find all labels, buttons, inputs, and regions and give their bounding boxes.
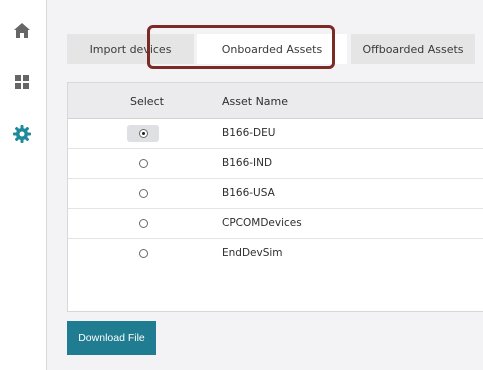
tab-label: Onboarded Assets	[221, 42, 323, 56]
table-row[interactable]: B166-DEU	[68, 119, 483, 149]
table-header: Select Asset Name	[68, 83, 483, 119]
home-icon[interactable]	[10, 19, 34, 43]
select-cell	[127, 245, 159, 262]
table-row[interactable]: CPCOMDevices	[68, 209, 483, 239]
asset-name: B166-USA	[222, 187, 275, 199]
tab-onboarded-assets[interactable]: Onboarded Assets	[197, 34, 347, 64]
tab-import-devices[interactable]: Import devices	[67, 34, 194, 64]
select-cell	[127, 215, 159, 232]
tab-offboarded-assets[interactable]: Offboarded Assets	[351, 34, 475, 64]
assets-table: Select Asset Name B166-DEU B166-IND B166…	[67, 82, 483, 312]
tab-label: Offboarded Assets	[362, 42, 464, 56]
select-radio[interactable]	[138, 159, 148, 168]
select-cell	[127, 155, 159, 172]
tab-bar: Import devices Onboarded Assets Offboard…	[67, 34, 483, 64]
download-file-button[interactable]: Download File	[67, 321, 156, 355]
column-header-select: Select	[130, 95, 164, 108]
select-cell	[127, 185, 159, 202]
asset-name: EndDevSim	[222, 247, 283, 259]
select-radio[interactable]	[138, 129, 148, 138]
main-content: Import devices Onboarded Assets Offboard…	[47, 0, 483, 370]
select-cell	[127, 125, 159, 142]
select-radio[interactable]	[138, 249, 148, 258]
table-row[interactable]: B166-IND	[68, 149, 483, 179]
tab-label: Import devices	[89, 42, 172, 56]
dashboard-icon[interactable]	[10, 70, 34, 94]
table-row[interactable]: EndDevSim	[68, 239, 483, 269]
column-header-asset-name: Asset Name	[222, 95, 289, 108]
select-radio[interactable]	[138, 189, 148, 198]
asset-name: CPCOMDevices	[222, 217, 302, 229]
sidebar	[0, 0, 47, 370]
asset-name: B166-DEU	[222, 127, 276, 139]
select-radio[interactable]	[138, 219, 148, 228]
asset-name: B166-IND	[222, 157, 273, 169]
table-row[interactable]: B166-USA	[68, 179, 483, 209]
gear-icon[interactable]	[10, 122, 34, 146]
